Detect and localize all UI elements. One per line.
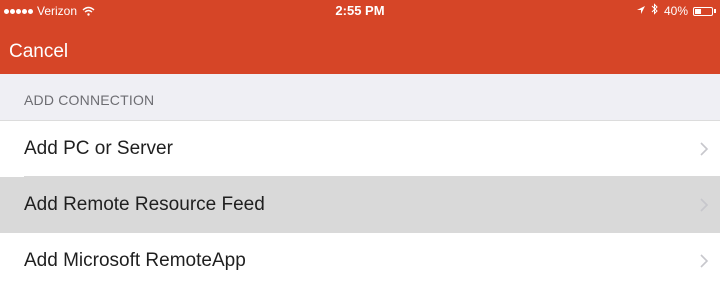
list-item-label: Add Remote Resource Feed	[24, 194, 265, 215]
status-time: 2:55 PM	[335, 3, 385, 18]
list-item-add-microsoft-remoteapp[interactable]: Add Microsoft RemoteApp	[0, 233, 720, 281]
cancel-button[interactable]: Cancel	[9, 41, 68, 63]
list-item-label: Add PC or Server	[24, 138, 173, 159]
section-header: ADD CONNECTION	[0, 74, 720, 121]
status-bar: Verizon 2:55 PM 40%	[0, 0, 720, 22]
battery-icon	[693, 6, 713, 16]
section-header-label: ADD CONNECTION	[24, 92, 155, 108]
bluetooth-icon	[651, 0, 659, 22]
status-right: 40%	[636, 0, 716, 22]
location-arrow-icon	[636, 0, 646, 22]
add-connection-screen: Verizon 2:55 PM 40% Cancel ADD CONNECTIO…	[0, 0, 720, 281]
battery-tip	[714, 9, 716, 13]
list-item-add-pc-or-server[interactable]: Add PC or Server	[0, 121, 720, 177]
top-bar: Verizon 2:55 PM 40% Cancel	[0, 0, 720, 74]
chevron-right-icon	[698, 251, 710, 271]
chevron-right-icon	[698, 139, 710, 159]
list-item-add-remote-resource-feed[interactable]: Add Remote Resource Feed	[0, 177, 720, 233]
battery-percent: 40%	[663, 4, 688, 18]
chevron-right-icon	[698, 195, 710, 215]
list-item-label: Add Microsoft RemoteApp	[24, 250, 246, 271]
